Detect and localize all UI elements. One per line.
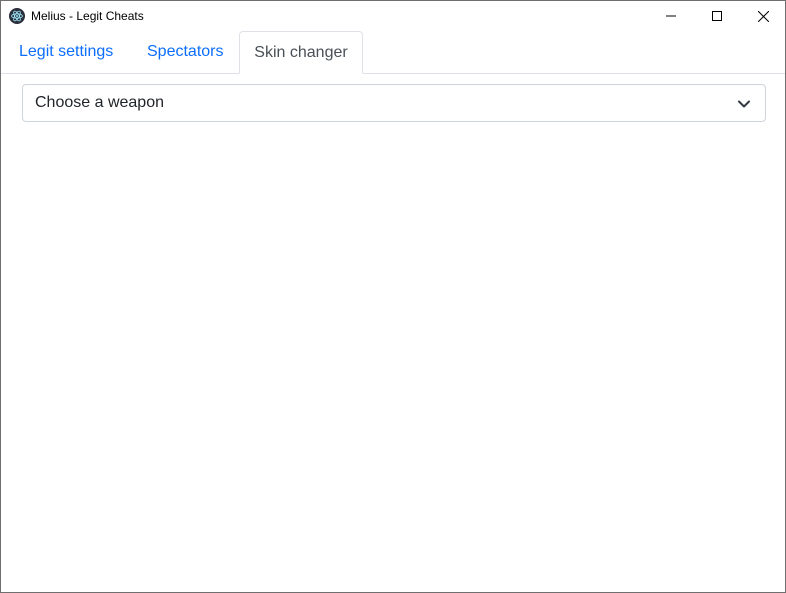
maximize-button[interactable]: [694, 1, 740, 31]
weapon-select[interactable]: Choose a weapon: [22, 84, 766, 122]
weapon-select-value: Choose a weapon: [35, 94, 164, 111]
close-button[interactable]: [740, 1, 786, 31]
tab-legit-settings[interactable]: Legit settings: [3, 31, 129, 73]
window-title: Melius - Legit Cheats: [31, 9, 144, 23]
minimize-icon: [666, 15, 676, 17]
app-window: Melius - Legit Cheats Legit settings Spe…: [0, 0, 786, 593]
title-bar[interactable]: Melius - Legit Cheats: [1, 1, 785, 31]
electron-atom-icon: [9, 8, 25, 24]
close-icon: [757, 10, 769, 22]
maximize-icon: [712, 11, 722, 21]
tab-skin-changer[interactable]: Skin changer: [239, 31, 363, 74]
tab-bar: Legit settings Spectators Skin changer: [1, 31, 785, 74]
minimize-button[interactable]: [648, 1, 694, 31]
tab-spectators[interactable]: Spectators: [131, 31, 239, 73]
chevron-down-icon: [738, 100, 750, 108]
